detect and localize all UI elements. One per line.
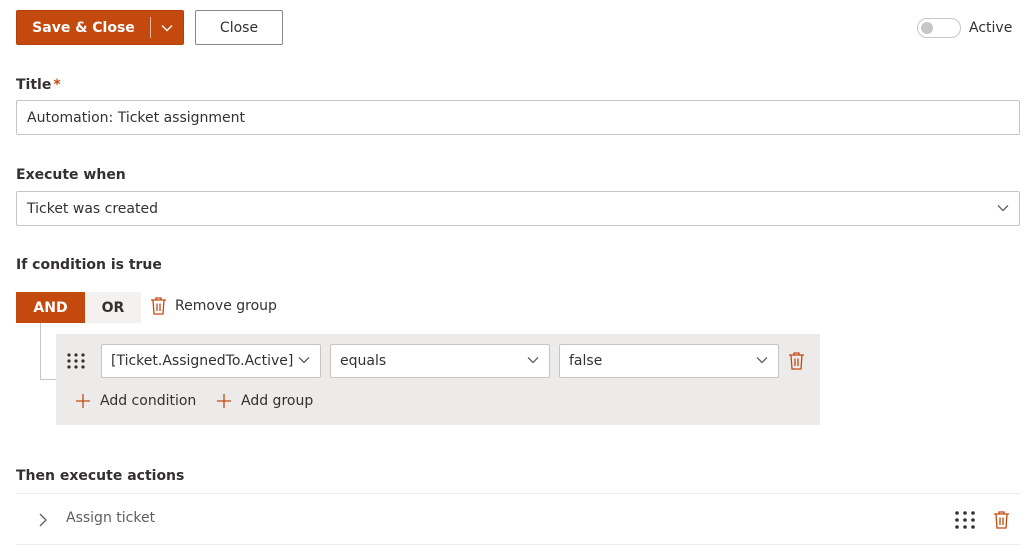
save-options-dropdown-button[interactable]: [151, 11, 183, 44]
condition-value-select[interactable]: false: [559, 344, 779, 378]
chevron-right-icon[interactable]: [38, 513, 48, 527]
title-label-text: Title: [16, 77, 52, 93]
and-operator-button[interactable]: AND: [16, 292, 85, 323]
title-label: Title *: [16, 77, 61, 93]
condition-field-value: [Ticket.AssignedTo.Active]: [111, 353, 294, 369]
save-close-button[interactable]: Save & Close: [17, 11, 150, 44]
title-input-value: Automation: Ticket assignment: [27, 109, 246, 126]
remove-group-button[interactable]: Remove group: [150, 296, 277, 315]
condition-field-select[interactable]: [Ticket.AssignedTo.Active]: [101, 344, 321, 378]
condition-operator-value: equals: [340, 353, 387, 369]
toggle-knob: [921, 22, 933, 34]
title-input[interactable]: Automation: Ticket assignment: [16, 100, 1020, 135]
action-item-assign-ticket[interactable]: Assign ticket: [66, 510, 155, 526]
actions-divider-top: [16, 493, 1020, 494]
condition-label: If condition is true: [16, 257, 162, 273]
tree-connector: [40, 323, 56, 380]
condition-value-value: false: [569, 353, 603, 369]
automation-editor: Save & Close Close Active Title * Automat…: [0, 0, 1035, 558]
plus-icon: [76, 394, 90, 408]
remove-group-label: Remove group: [175, 297, 277, 314]
execute-when-select[interactable]: Ticket was created: [16, 191, 1020, 226]
condition-operator-select[interactable]: equals: [330, 344, 550, 378]
drag-handle-icon[interactable]: [66, 352, 86, 370]
add-condition-label: Add condition: [100, 393, 197, 409]
active-toggle[interactable]: [917, 18, 961, 38]
chevron-down-icon: [527, 357, 539, 364]
trash-icon: [151, 297, 166, 315]
chevron-down-icon: [997, 205, 1009, 212]
add-condition-button[interactable]: Add condition: [75, 393, 196, 409]
actions-label: Then execute actions: [16, 468, 185, 484]
execute-when-label: Execute when: [16, 167, 126, 183]
execute-when-value: Ticket was created: [27, 200, 158, 217]
add-group-label: Add group: [241, 393, 314, 409]
add-group-button[interactable]: Add group: [216, 393, 313, 409]
close-button[interactable]: Close: [195, 10, 283, 45]
chevron-down-icon: [298, 357, 310, 364]
chevron-down-icon: [756, 357, 768, 364]
active-toggle-label: Active: [969, 20, 1013, 36]
plus-icon: [217, 394, 231, 408]
actions-divider-bottom: [16, 544, 1020, 545]
delete-condition-trash-icon[interactable]: [788, 351, 805, 370]
required-mark: *: [53, 77, 61, 93]
drag-handle-icon[interactable]: [954, 510, 976, 530]
chevron-down-icon: [161, 24, 173, 31]
save-close-split-button: Save & Close: [16, 10, 184, 45]
or-operator-button[interactable]: OR: [85, 292, 141, 323]
delete-action-trash-icon[interactable]: [993, 510, 1010, 529]
